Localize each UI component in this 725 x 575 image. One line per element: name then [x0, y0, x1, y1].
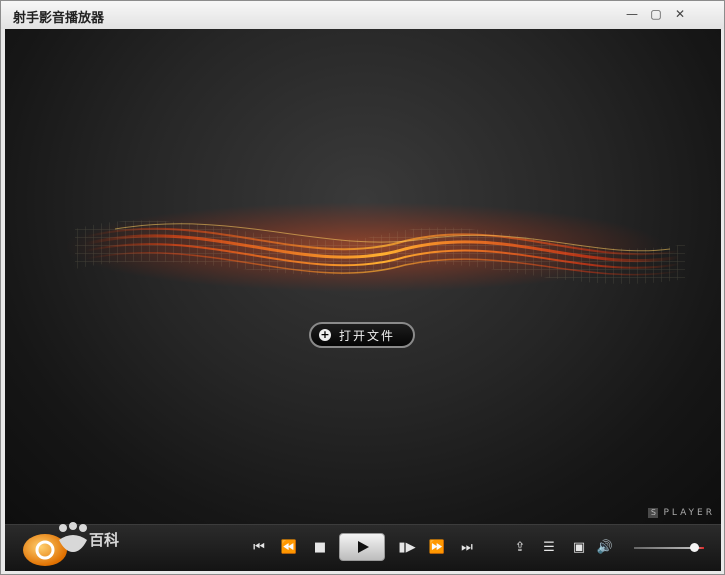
maximize-icon: ▢ — [650, 7, 662, 21]
maximize-button[interactable]: ▢ — [645, 5, 667, 23]
brand-badge: S — [648, 508, 659, 518]
video-area[interactable]: + 打开文件 S PLAYER — [5, 29, 721, 524]
minimize-icon: — — [626, 7, 638, 21]
baidu-logo-icon — [23, 522, 87, 566]
stop-icon[interactable]: ■ — [310, 538, 330, 558]
minimize-button[interactable]: — — [621, 5, 643, 23]
play-button[interactable] — [339, 533, 385, 561]
volume-icon[interactable]: 🔊 — [595, 538, 615, 558]
playlist-icon[interactable]: ☰ — [539, 538, 559, 558]
fast-forward-icon[interactable]: ⏩ — [425, 538, 449, 558]
rewind-icon[interactable]: ⏪ — [277, 538, 301, 558]
visualizer-wave — [65, 202, 685, 292]
watermark-text: 百科 — [89, 531, 120, 549]
brand-label: PLAYER — [663, 508, 715, 518]
window-title: 射手影音播放器 — [13, 11, 105, 26]
step-forward-icon[interactable]: ▮▶ — [397, 538, 417, 558]
close-button[interactable]: ✕ — [669, 5, 691, 23]
close-icon: ✕ — [674, 7, 686, 21]
open-file-icon[interactable]: ⇪ — [510, 538, 530, 558]
skip-previous-icon[interactable]: ⏮ — [247, 538, 271, 558]
volume-slider-thumb[interactable] — [689, 543, 699, 552]
screen-icon[interactable]: ▣ — [568, 538, 590, 558]
add-icon: + — [319, 328, 331, 341]
open-file-button[interactable]: + 打开文件 — [309, 322, 415, 348]
skip-next-icon[interactable]: ⏭ — [455, 538, 479, 558]
open-file-label: 打开文件 — [339, 328, 396, 343]
title-bar[interactable]: 射手影音播放器 — ▢ ✕ — [1, 1, 724, 29]
play-icon — [358, 541, 369, 553]
player-window: 射手影音播放器 — ▢ ✕ + 打开文件 S PLAYER ⏮ ⏪ ■ ▮▶ ⏩… — [0, 0, 725, 575]
brand-mark: S PLAYER — [648, 508, 715, 518]
